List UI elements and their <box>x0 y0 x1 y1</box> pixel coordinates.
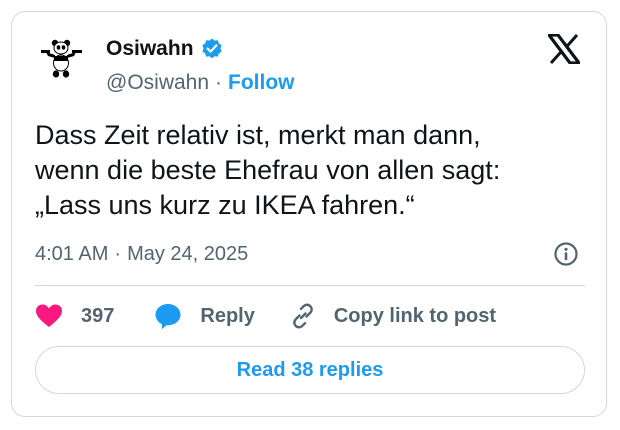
speech-bubble-icon <box>155 304 181 329</box>
author-display-name[interactable]: Osiwahn <box>106 37 194 61</box>
handle-separator: · <box>215 71 223 94</box>
divider <box>35 285 585 286</box>
reply-button[interactable]: Reply <box>154 302 255 330</box>
link-icon <box>293 303 313 329</box>
author-name-row: Osiwahn <box>106 35 224 63</box>
author-handle-row: @Osiwahn · Follow <box>106 70 295 96</box>
action-bar: 397 Reply Copy link to post <box>35 301 496 331</box>
follow-button[interactable]: Follow <box>228 71 295 95</box>
copy-link-label: Copy link to post <box>333 304 497 327</box>
heart-icon <box>36 304 62 327</box>
tweet-date: May 24, 2025 <box>127 242 249 265</box>
verified-badge-icon <box>201 38 222 59</box>
like-count: 397 <box>81 304 115 327</box>
avatar[interactable] <box>36 34 88 86</box>
info-icon[interactable] <box>553 241 579 267</box>
tweet-time: 4:01 AM <box>35 242 109 265</box>
timestamp-separator: · <box>114 242 122 265</box>
author-handle[interactable]: @Osiwahn <box>106 71 209 95</box>
x-logo-icon[interactable] <box>548 34 580 64</box>
reply-label: Reply <box>200 304 255 327</box>
tweet-text: Dass Zeit relativ ist, merkt man dann, w… <box>35 120 501 220</box>
read-replies-label: Read 38 replies <box>236 358 384 381</box>
read-replies-button[interactable]: Read 38 replies <box>35 346 585 394</box>
copy-link-button[interactable]: Copy link to post <box>289 302 496 330</box>
like-button[interactable]: 397 <box>35 303 114 329</box>
tweet-timestamp[interactable]: 4:01 AM · May 24, 2025 <box>35 241 248 267</box>
